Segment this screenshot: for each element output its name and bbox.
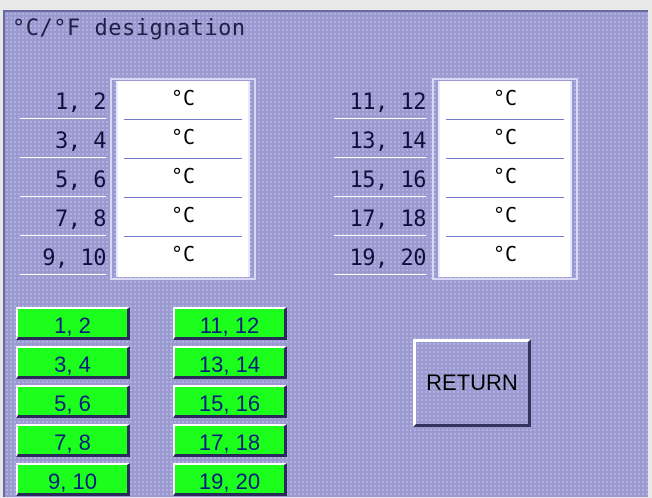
- return-button[interactable]: RETURN: [413, 339, 531, 427]
- select-19-20-button[interactable]: 19, 20: [173, 463, 287, 496]
- row-label-9-10: 9, 10: [20, 244, 107, 275]
- select-17-18-button[interactable]: 17, 18: [173, 424, 287, 457]
- row-label-7-8: 7, 8: [20, 205, 107, 236]
- row-label-3-4: 3, 4: [20, 127, 107, 158]
- select-3-4-button[interactable]: 3, 4: [16, 346, 130, 379]
- select-11-12-button[interactable]: 11, 12: [173, 307, 287, 340]
- left-value-table: °C °C °C °C °C: [116, 81, 250, 277]
- select-13-14-button[interactable]: 13, 14: [173, 346, 287, 379]
- screen-title: °C/°F designation: [12, 16, 246, 41]
- right-value-table: °C °C °C °C °C: [438, 81, 572, 277]
- value-cell-5-6[interactable]: °C: [124, 159, 242, 198]
- select-1-2-button[interactable]: 1, 2: [16, 307, 130, 340]
- value-cell-17-18[interactable]: °C: [446, 198, 564, 237]
- select-9-10-button[interactable]: 9, 10: [16, 463, 130, 496]
- value-cell-19-20[interactable]: °C: [446, 237, 564, 276]
- value-cell-7-8[interactable]: °C: [124, 198, 242, 237]
- value-cell-3-4[interactable]: °C: [124, 120, 242, 159]
- row-label-1-2: 1, 2: [20, 88, 107, 119]
- value-cell-15-16[interactable]: °C: [446, 159, 564, 198]
- value-cell-1-2[interactable]: °C: [124, 81, 242, 120]
- select-7-8-button[interactable]: 7, 8: [16, 424, 130, 457]
- row-label-15-16: 15, 16: [334, 166, 427, 197]
- value-cell-11-12[interactable]: °C: [446, 81, 564, 120]
- value-cell-9-10[interactable]: °C: [124, 237, 242, 276]
- row-label-17-18: 17, 18: [334, 205, 427, 236]
- row-label-13-14: 13, 14: [334, 127, 427, 158]
- value-cell-13-14[interactable]: °C: [446, 120, 564, 159]
- row-label-19-20: 19, 20: [334, 244, 427, 275]
- row-label-5-6: 5, 6: [20, 166, 107, 197]
- select-5-6-button[interactable]: 5, 6: [16, 385, 130, 418]
- row-label-11-12: 11, 12: [334, 88, 427, 119]
- select-15-16-button[interactable]: 15, 16: [173, 385, 287, 418]
